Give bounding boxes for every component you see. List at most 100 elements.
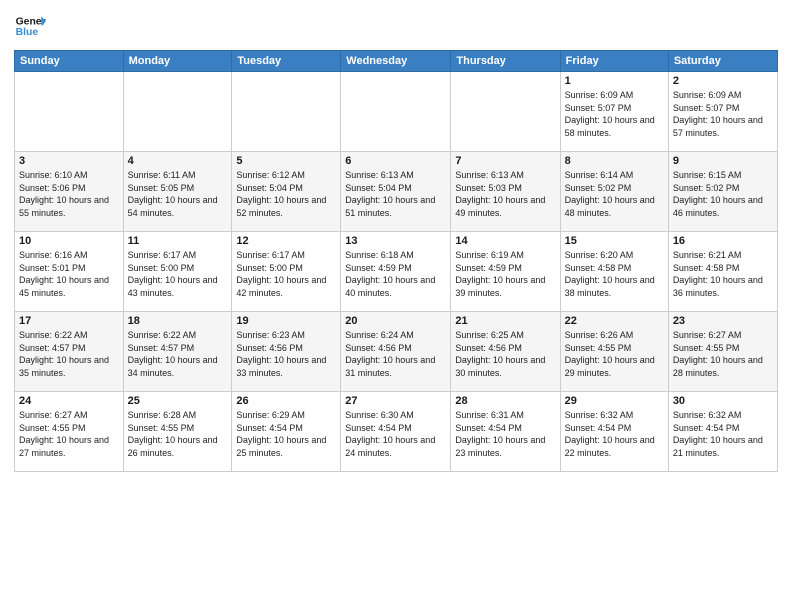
day-number: 10 — [19, 235, 119, 247]
day-number: 3 — [19, 155, 119, 167]
day-number: 28 — [455, 395, 555, 407]
day-number: 14 — [455, 235, 555, 247]
calendar-cell: 19 Sunrise: 6:23 AM Sunset: 4:56 PM Dayli… — [232, 312, 341, 392]
calendar-cell: 30 Sunrise: 6:32 AM Sunset: 4:54 PM Dayli… — [668, 392, 777, 472]
day-number: 4 — [128, 155, 228, 167]
calendar-cell: 9 Sunrise: 6:15 AM Sunset: 5:02 PM Daylig… — [668, 152, 777, 232]
day-number: 7 — [455, 155, 555, 167]
calendar-cell: 24 Sunrise: 6:27 AM Sunset: 4:55 PM Dayli… — [15, 392, 124, 472]
calendar-week-5: 24 Sunrise: 6:27 AM Sunset: 4:55 PM Dayli… — [15, 392, 778, 472]
calendar-cell: 6 Sunrise: 6:13 AM Sunset: 5:04 PM Daylig… — [341, 152, 451, 232]
calendar-cell: 7 Sunrise: 6:13 AM Sunset: 5:03 PM Daylig… — [451, 152, 560, 232]
day-number: 19 — [236, 315, 336, 327]
calendar-cell: 3 Sunrise: 6:10 AM Sunset: 5:06 PM Daylig… — [15, 152, 124, 232]
calendar-cell — [451, 72, 560, 152]
calendar-cell: 25Sunrise: 6:28 AM Sunset: 4:55 PM Dayli… — [123, 392, 232, 472]
day-info: Sunrise: 6:12 AM Sunset: 5:04 PM Dayligh… — [236, 169, 336, 219]
day-number: 30 — [673, 395, 773, 407]
calendar-cell: 26 Sunrise: 6:29 AM Sunset: 4:54 PM Dayli… — [232, 392, 341, 472]
calendar-week-1: 1 Sunrise: 6:09 AM Sunset: 5:07 PM Daylig… — [15, 72, 778, 152]
day-info: Sunrise: 6:15 AM Sunset: 5:02 PM Dayligh… — [673, 169, 773, 219]
day-info: Sunrise: 6:18 AM Sunset: 4:59 PM Dayligh… — [345, 249, 446, 299]
calendar-header-saturday: Saturday — [668, 51, 777, 72]
calendar-cell: 16 Sunrise: 6:21 AM Sunset: 4:58 PM Dayli… — [668, 232, 777, 312]
day-info: Sunrise: 6:19 AM Sunset: 4:59 PM Dayligh… — [455, 249, 555, 299]
calendar-header-wednesday: Wednesday — [341, 51, 451, 72]
day-number: 29 — [565, 395, 664, 407]
calendar-cell — [123, 72, 232, 152]
calendar-header-row: SundayMondayTuesdayWednesdayThursdayFrid… — [15, 51, 778, 72]
logo-icon: General Blue — [14, 10, 46, 42]
day-number: 12 — [236, 235, 336, 247]
day-info: Sunrise: 6:29 AM Sunset: 4:54 PM Dayligh… — [236, 409, 336, 459]
day-number: 2 — [673, 75, 773, 87]
calendar-header-thursday: Thursday — [451, 51, 560, 72]
day-info: Sunrise: 6:26 AM Sunset: 4:55 PM Dayligh… — [565, 329, 664, 379]
calendar-cell: 13 Sunrise: 6:18 AM Sunset: 4:59 PM Dayli… — [341, 232, 451, 312]
calendar-cell: 12 Sunrise: 6:17 AM Sunset: 5:00 PM Dayli… — [232, 232, 341, 312]
day-info: Sunrise: 6:31 AM Sunset: 4:54 PM Dayligh… — [455, 409, 555, 459]
day-info: Sunrise: 6:09 AM Sunset: 5:07 PM Dayligh… — [565, 89, 664, 139]
calendar-cell — [341, 72, 451, 152]
svg-text:Blue: Blue — [16, 27, 39, 38]
day-info: Sunrise: 6:24 AM Sunset: 4:56 PM Dayligh… — [345, 329, 446, 379]
day-info: Sunrise: 6:17 AM Sunset: 5:00 PM Dayligh… — [128, 249, 228, 299]
day-number: 9 — [673, 155, 773, 167]
day-info: Sunrise: 6:16 AM Sunset: 5:01 PM Dayligh… — [19, 249, 119, 299]
day-number: 1 — [565, 75, 664, 87]
calendar-cell: 8 Sunrise: 6:14 AM Sunset: 5:02 PM Daylig… — [560, 152, 668, 232]
calendar-cell: 1 Sunrise: 6:09 AM Sunset: 5:07 PM Daylig… — [560, 72, 668, 152]
day-info: Sunrise: 6:10 AM Sunset: 5:06 PM Dayligh… — [19, 169, 119, 219]
calendar-cell: 5 Sunrise: 6:12 AM Sunset: 5:04 PM Daylig… — [232, 152, 341, 232]
day-number: 5 — [236, 155, 336, 167]
day-info: Sunrise: 6:32 AM Sunset: 4:54 PM Dayligh… — [565, 409, 664, 459]
calendar-cell: 15Sunrise: 6:20 AM Sunset: 4:58 PM Dayli… — [560, 232, 668, 312]
day-info: Sunrise: 6:27 AM Sunset: 4:55 PM Dayligh… — [673, 329, 773, 379]
day-info: Sunrise: 6:27 AM Sunset: 4:55 PM Dayligh… — [19, 409, 119, 459]
day-number: 26 — [236, 395, 336, 407]
calendar-cell: 14 Sunrise: 6:19 AM Sunset: 4:59 PM Dayli… — [451, 232, 560, 312]
calendar-week-2: 3 Sunrise: 6:10 AM Sunset: 5:06 PM Daylig… — [15, 152, 778, 232]
calendar-cell: 22 Sunrise: 6:26 AM Sunset: 4:55 PM Dayli… — [560, 312, 668, 392]
calendar-cell: 29 Sunrise: 6:32 AM Sunset: 4:54 PM Dayli… — [560, 392, 668, 472]
day-number: 23 — [673, 315, 773, 327]
calendar-cell: 18Sunrise: 6:22 AM Sunset: 4:57 PM Dayli… — [123, 312, 232, 392]
day-info: Sunrise: 6:22 AM Sunset: 4:57 PM Dayligh… — [128, 329, 228, 379]
day-info: Sunrise: 6:23 AM Sunset: 4:56 PM Dayligh… — [236, 329, 336, 379]
day-number: 24 — [19, 395, 119, 407]
calendar-header-friday: Friday — [560, 51, 668, 72]
calendar-header-monday: Monday — [123, 51, 232, 72]
day-number: 16 — [673, 235, 773, 247]
day-info: Sunrise: 6:22 AM Sunset: 4:57 PM Dayligh… — [19, 329, 119, 379]
day-info: Sunrise: 6:32 AM Sunset: 4:54 PM Dayligh… — [673, 409, 773, 459]
header: General Blue — [14, 10, 778, 42]
calendar-cell: 27Sunrise: 6:30 AM Sunset: 4:54 PM Dayli… — [341, 392, 451, 472]
calendar-cell: 10 Sunrise: 6:16 AM Sunset: 5:01 PM Dayli… — [15, 232, 124, 312]
day-number: 11 — [128, 235, 228, 247]
day-number: 6 — [345, 155, 446, 167]
page: General Blue SundayMondayTuesdayWednesda… — [0, 0, 792, 612]
day-number: 8 — [565, 155, 664, 167]
day-number: 21 — [455, 315, 555, 327]
day-info: Sunrise: 6:17 AM Sunset: 5:00 PM Dayligh… — [236, 249, 336, 299]
day-info: Sunrise: 6:20 AM Sunset: 4:58 PM Dayligh… — [565, 249, 664, 299]
day-info: Sunrise: 6:13 AM Sunset: 5:03 PM Dayligh… — [455, 169, 555, 219]
day-number: 25 — [128, 395, 228, 407]
day-info: Sunrise: 6:11 AM Sunset: 5:05 PM Dayligh… — [128, 169, 228, 219]
day-info: Sunrise: 6:14 AM Sunset: 5:02 PM Dayligh… — [565, 169, 664, 219]
day-info: Sunrise: 6:13 AM Sunset: 5:04 PM Dayligh… — [345, 169, 446, 219]
day-info: Sunrise: 6:25 AM Sunset: 4:56 PM Dayligh… — [455, 329, 555, 379]
calendar-cell — [232, 72, 341, 152]
calendar-week-3: 10 Sunrise: 6:16 AM Sunset: 5:01 PM Dayli… — [15, 232, 778, 312]
calendar-week-4: 17Sunrise: 6:22 AM Sunset: 4:57 PM Dayli… — [15, 312, 778, 392]
calendar-cell: 2Sunrise: 6:09 AM Sunset: 5:07 PM Daylig… — [668, 72, 777, 152]
day-number: 13 — [345, 235, 446, 247]
day-number: 27 — [345, 395, 446, 407]
calendar-cell: 28 Sunrise: 6:31 AM Sunset: 4:54 PM Dayli… — [451, 392, 560, 472]
day-number: 22 — [565, 315, 664, 327]
day-info: Sunrise: 6:21 AM Sunset: 4:58 PM Dayligh… — [673, 249, 773, 299]
calendar-header-sunday: Sunday — [15, 51, 124, 72]
calendar-header-tuesday: Tuesday — [232, 51, 341, 72]
calendar-cell: 4 Sunrise: 6:11 AM Sunset: 5:05 PM Daylig… — [123, 152, 232, 232]
calendar-cell: 17Sunrise: 6:22 AM Sunset: 4:57 PM Dayli… — [15, 312, 124, 392]
